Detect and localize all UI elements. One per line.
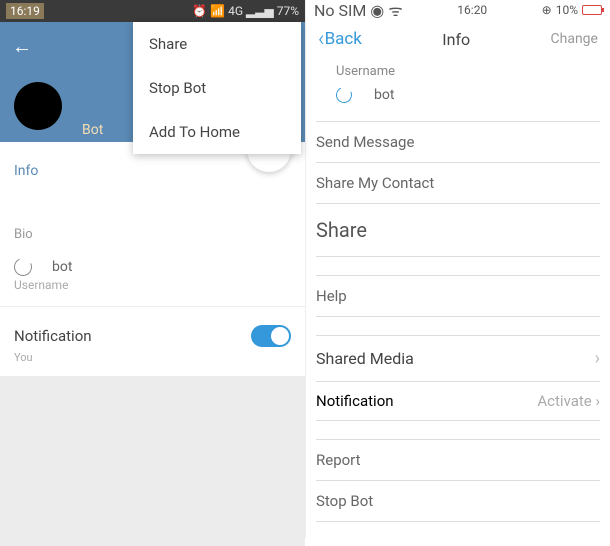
username-row[interactable]: bot	[0, 248, 305, 278]
left-screen: 16:19 ⏰ 📶 4G ▂▃▅ 77% ← Bot Share Stop Bo…	[0, 0, 305, 538]
menu-notification[interactable]: Notification Activate ›	[306, 382, 610, 420]
menu-share[interactable]: Share	[306, 204, 610, 256]
username-section: Username	[306, 58, 610, 81]
menu-stop-bot[interactable]: Stop Bot	[133, 66, 301, 110]
signal-bars-icon: ▂▃▅	[246, 4, 274, 18]
username-value: bot	[52, 259, 72, 275]
at-icon	[334, 85, 355, 106]
notification-label: Notification	[316, 392, 394, 410]
change-button[interactable]: Change	[551, 31, 598, 47]
notification-toggle[interactable]	[251, 325, 291, 347]
alarm-icon: ⏰	[192, 4, 207, 18]
status-time: 16:19	[6, 3, 44, 19]
battery-pct: 10%	[556, 3, 578, 17]
notification-label: Notification	[14, 327, 92, 345]
menu-stop-bot[interactable]: Stop Bot	[306, 481, 610, 521]
username-row[interactable]: bot	[306, 81, 610, 121]
menu-add-home[interactable]: Add To Home	[133, 110, 301, 154]
divider	[316, 521, 600, 522]
page-title: Info	[442, 30, 470, 49]
bio-label: Bio	[0, 187, 305, 248]
empty-area	[0, 376, 305, 546]
username-value: bot	[374, 87, 394, 103]
back-label: Back	[325, 29, 362, 49]
wifi-icon: ◉ ᯤ	[370, 1, 403, 20]
notification-row[interactable]: Notification	[0, 321, 305, 351]
nav-header: ‹ Back Info Change	[306, 20, 610, 58]
at-icon	[11, 255, 34, 278]
menu-report[interactable]: Report	[306, 440, 610, 480]
menu-share[interactable]: Share	[133, 22, 301, 66]
menu-shared-media[interactable]: Shared Media ›	[306, 336, 610, 381]
notification-sublabel: You	[0, 351, 305, 364]
username-caption: Username	[0, 278, 305, 292]
menu-help[interactable]: Help	[306, 276, 610, 316]
section-gap	[306, 317, 610, 335]
chevron-right-icon: ›	[595, 348, 600, 369]
username-caption: Username	[336, 64, 395, 79]
status-bar: 16:19 ⏰ 📶 4G ▂▃▅ 77%	[0, 0, 305, 22]
orientation-lock-icon: ⊕	[542, 3, 552, 17]
network-label: 4G	[228, 4, 243, 18]
section-gap	[306, 421, 610, 439]
menu-share-contact[interactable]: Share My Contact	[306, 163, 610, 203]
divider	[0, 306, 305, 307]
battery-pct: 77%	[277, 4, 299, 18]
section-gap	[306, 257, 610, 275]
battery-status: ⊕ 10%	[542, 3, 602, 17]
status-bar: No SIM ◉ ᯤ 16:20 ⊕ 10%	[306, 0, 610, 20]
back-arrow-icon[interactable]: ←	[12, 34, 32, 59]
right-screen: No SIM ◉ ᯤ 16:20 ⊕ 10% ‹ Back Info Chang…	[305, 0, 610, 538]
status-time: 16:20	[457, 3, 487, 17]
no-sim-label: No SIM ◉ ᯤ	[314, 0, 403, 21]
bot-badge: Bot	[82, 122, 103, 138]
menu-send-message[interactable]: Send Message	[306, 122, 610, 162]
overflow-menu: Share Stop Bot Add To Home	[133, 22, 301, 154]
info-heading: Info	[14, 163, 38, 179]
status-indicators: ⏰ 📶 4G ▂▃▅ 77%	[192, 4, 299, 18]
signal-icon: 📶	[210, 4, 225, 18]
back-button[interactable]: ‹ Back	[318, 27, 362, 52]
avatar[interactable]	[14, 82, 62, 130]
activate-label: Activate ›	[537, 392, 600, 410]
battery-icon	[582, 5, 602, 15]
shared-media-label: Shared Media	[316, 349, 414, 368]
chevron-right-icon: ›	[595, 392, 600, 410]
